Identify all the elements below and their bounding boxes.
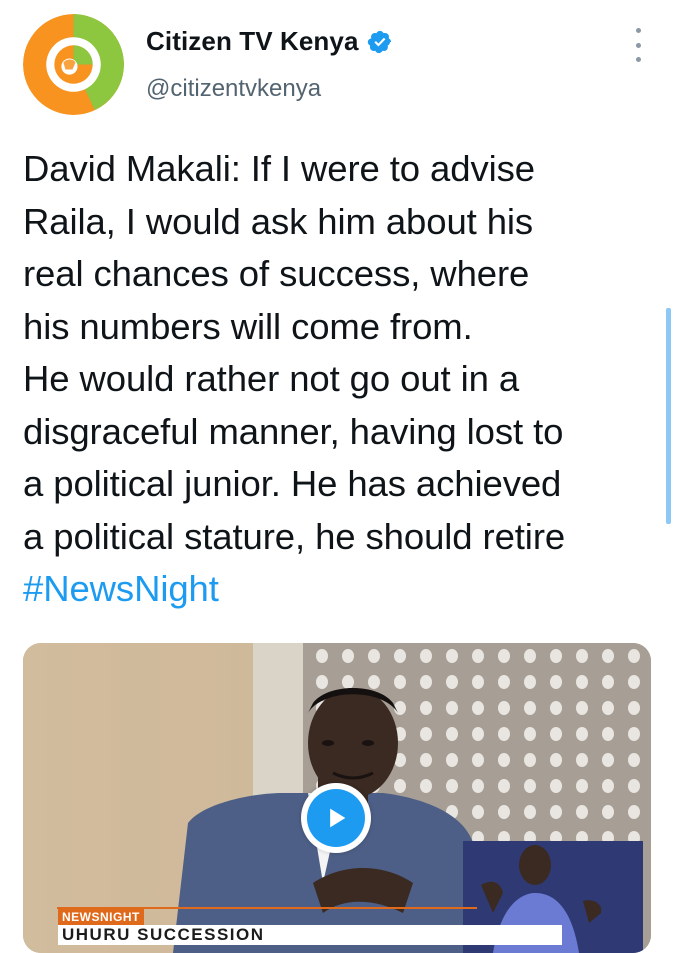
tweet-text-line: He would rather not go out in a bbox=[23, 358, 520, 399]
hashtag-link[interactable]: #NewsNight bbox=[23, 563, 663, 616]
tweet-text-line: real chances of success, where bbox=[23, 253, 530, 294]
tweet-text-line: disgraceful manner, having lost to bbox=[23, 410, 564, 452]
tweet-text-line: Raila, I would ask him about his bbox=[23, 200, 534, 242]
more-dot bbox=[635, 57, 641, 62]
scrollbar[interactable] bbox=[666, 308, 671, 524]
tweet-text-line: his numbers will come from. bbox=[23, 305, 473, 347]
more-dot bbox=[635, 42, 641, 48]
play-button[interactable] bbox=[301, 783, 371, 853]
tweet-text-line: David Makali: If I were to advise bbox=[23, 148, 535, 189]
display-name[interactable]: Citizen TV Kenya bbox=[146, 26, 359, 57]
verified-badge-icon bbox=[367, 29, 393, 55]
author-handle[interactable]: @citizentvkenya bbox=[146, 75, 321, 103]
lower-third-show-tag: NEWSNIGHT bbox=[58, 909, 144, 925]
more-vertical-icon[interactable] bbox=[624, 28, 652, 62]
more-dot bbox=[635, 28, 641, 33]
tweet-text: David Makali: If I were to advise Raila,… bbox=[23, 143, 663, 616]
display-name-row[interactable]: Citizen TV Kenya bbox=[146, 26, 393, 57]
tweet-header: Citizen TV Kenya @citizentvkenya bbox=[0, 0, 674, 120]
citizen-tv-logo-icon bbox=[23, 14, 124, 115]
play-icon bbox=[307, 789, 365, 847]
video-lower-third: NEWSNIGHT UHURU SUCCESSION bbox=[58, 908, 562, 945]
avatar[interactable] bbox=[23, 14, 124, 115]
tweet-text-line: a political stature, he should retire bbox=[23, 515, 566, 557]
lower-third-topic: UHURU SUCCESSION bbox=[58, 925, 562, 945]
tweet-text-line: a political junior. He has achieved bbox=[23, 463, 562, 504]
